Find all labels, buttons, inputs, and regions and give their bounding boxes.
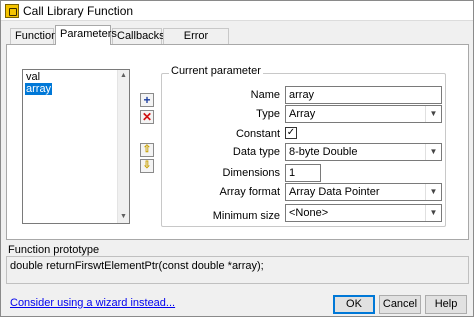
parameter-list[interactable]: val array ▲ ▼: [22, 69, 130, 224]
scroll-up-icon[interactable]: ▲: [118, 70, 129, 82]
minimum-size-label: Minimum size: [212, 210, 280, 222]
list-item-array[interactable]: array: [25, 83, 53, 95]
array-format-label: Array format: [219, 186, 280, 198]
remove-parameter-icon: ✕: [141, 110, 153, 124]
ok-button[interactable]: OK: [333, 295, 375, 314]
minimum-size-select-value: <None>: [289, 207, 329, 219]
wizard-link[interactable]: Consider using a wizard instead...: [10, 297, 175, 309]
function-prototype-text: double returnFirswtElementPtr(const doub…: [6, 256, 469, 284]
scroll-down-icon[interactable]: ▼: [118, 211, 129, 223]
array-format-select[interactable]: Array Data Pointer ▼: [285, 183, 442, 201]
chevron-down-icon[interactable]: ▼: [425, 184, 441, 200]
chevron-down-icon[interactable]: ▼: [425, 144, 441, 160]
help-button[interactable]: Help: [425, 295, 467, 314]
add-parameter-button[interactable]: +: [140, 93, 154, 107]
window-title: Call Library Function: [23, 4, 134, 18]
minimum-size-select[interactable]: <None> ▼: [285, 204, 442, 222]
data-type-select-value: 8-byte Double: [289, 146, 358, 158]
move-down-icon: ⇩: [142, 160, 152, 171]
title-bar: Call Library Function: [1, 1, 473, 21]
name-label: Name: [250, 89, 280, 101]
type-select-value: Array: [289, 108, 316, 120]
tab-function[interactable]: Function: [10, 28, 57, 44]
function-prototype-label: Function prototype: [8, 244, 100, 256]
list-scrollbar[interactable]: ▲ ▼: [117, 70, 129, 223]
dimensions-label: Dimensions: [222, 167, 280, 179]
tab-error-checking[interactable]: Error Checking: [163, 28, 229, 56]
data-type-label: Data type: [232, 146, 280, 158]
chevron-down-icon[interactable]: ▼: [425, 205, 441, 221]
move-up-button[interactable]: ⇧: [140, 143, 154, 157]
name-field[interactable]: array: [285, 86, 442, 104]
move-down-button[interactable]: ⇩: [140, 159, 154, 173]
call-library-node-icon: [5, 4, 19, 18]
constant-checkbox[interactable]: ✓: [285, 127, 297, 139]
chevron-down-icon[interactable]: ▼: [425, 106, 441, 122]
call-library-function-dialog: Call Library Function Function Parameter…: [0, 0, 474, 317]
tab-parameters[interactable]: Parameters: [55, 25, 117, 45]
data-type-select[interactable]: 8-byte Double ▼: [285, 143, 442, 161]
dimensions-field[interactable]: 1: [285, 164, 321, 182]
add-parameter-icon: +: [143, 93, 151, 107]
tab-callbacks[interactable]: Callbacks: [112, 28, 165, 44]
move-up-icon: ⇧: [142, 144, 152, 155]
current-parameter-group-title: Current parameter: [169, 65, 263, 77]
cancel-button[interactable]: Cancel: [379, 295, 421, 314]
type-label: Type: [256, 108, 280, 120]
remove-parameter-button[interactable]: ✕: [140, 110, 154, 124]
list-item-val[interactable]: val: [25, 71, 41, 83]
array-format-select-value: Array Data Pointer: [289, 186, 380, 198]
constant-label: Constant: [235, 128, 280, 140]
type-select[interactable]: Array ▼: [285, 105, 442, 123]
